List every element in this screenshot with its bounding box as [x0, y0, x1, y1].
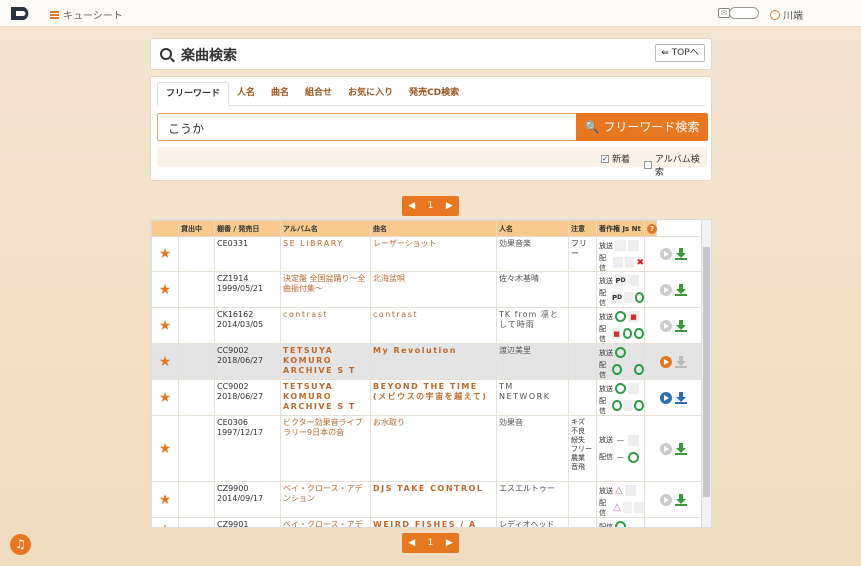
song-link[interactable]: BEYOND THE TIME (メビウスの宇宙を越えて) [370, 379, 497, 416]
prev-page-button[interactable]: ◀ [408, 201, 415, 211]
favorite-star-icon[interactable]: ★ [151, 343, 179, 380]
x-icon: ✖ [636, 257, 644, 268]
search-options: ✓ 新着 アルバム検索 [157, 147, 707, 178]
favorite-star-icon[interactable]: ★ [151, 517, 179, 527]
album-link[interactable]: ベイ・クロース・アデンション [280, 481, 371, 518]
user-menu[interactable]: 川端 [770, 7, 803, 22]
tab-combination[interactable]: 組合せ [297, 82, 340, 105]
favorite-star-icon[interactable]: ★ [151, 415, 179, 482]
album-link[interactable]: SE LIBRARY [280, 236, 371, 272]
song-link[interactable]: 北海盆唄 [370, 271, 497, 308]
tab-song[interactable]: 曲名 [263, 82, 297, 105]
col-rental[interactable]: 貸出中 [178, 220, 215, 237]
favorite-star-icon[interactable]: ★ [151, 271, 179, 308]
page-number[interactable]: 1 [428, 201, 434, 211]
col-help[interactable]: ? [644, 220, 657, 237]
table-row[interactable]: ★ CE0306 1997/12/17 ビクター効果音ライブラリー9日本の音 お水… [151, 415, 703, 482]
ok-icon [634, 292, 644, 303]
col-rights: 著作権 Js Nt [596, 220, 645, 237]
album-link[interactable]: contrast [280, 307, 371, 344]
album-link[interactable]: ベイ・クロース・アデン [280, 517, 371, 527]
album-search-checkbox[interactable]: アルバム検索 [644, 152, 707, 178]
album-link[interactable]: 決定盤 全国盆踊り〜全曲振付集〜 [280, 271, 371, 308]
table-scrollbar[interactable] [701, 220, 711, 527]
table-row[interactable]: ★ CC9002 2018/06/27 TETSUYA KOMURO ARCHIV… [151, 379, 703, 416]
table-row[interactable]: ★ CK16162 2014/03/05 contrast contrast TK… [151, 307, 703, 344]
col-person[interactable]: 人名 [496, 220, 569, 237]
prev-page-button[interactable]: ◀ [408, 538, 415, 548]
album-link[interactable]: ビクター効果音ライブラリー9日本の音 [280, 415, 371, 482]
favorite-star-icon[interactable]: ★ [151, 236, 179, 272]
menu-icon [50, 10, 59, 19]
album-link[interactable]: TETSUYA KOMURO ARCHIVE S T [280, 343, 371, 380]
table-row[interactable]: ★ CZ1914 1999/05/21 決定盤 全国盆踊り〜全曲振付集〜 北海盆唄… [151, 271, 703, 308]
play-icon[interactable] [660, 248, 672, 260]
table-row[interactable]: ★ CC9002 2018/06/27 TETSUYA KOMURO ARCHIV… [151, 343, 703, 380]
col-album[interactable]: アルバム名 [280, 220, 371, 237]
cuesheet-menu[interactable]: キューシート [50, 7, 123, 22]
freeword-search-button[interactable]: 🔍 フリーワード検索 [576, 113, 708, 141]
play-icon[interactable] [660, 493, 672, 506]
search-input[interactable]: こうか [157, 113, 577, 141]
pager-bottom: ◀ 1 ▶ [402, 533, 459, 553]
tab-freeword[interactable]: フリーワード [157, 82, 230, 106]
search-tabs: フリーワード 人名 曲名 組合せ お気に入り 発売CD検索 [157, 82, 705, 106]
next-page-button[interactable]: ▶ [446, 538, 453, 548]
top-button[interactable]: ⇚ TOPへ [655, 44, 705, 62]
music-note-icon[interactable]: ♫ [10, 534, 31, 555]
notification-pill[interactable] [729, 7, 759, 19]
new-checkbox[interactable]: ✓ 新着 [601, 152, 630, 165]
page-number[interactable]: 1 [428, 538, 434, 548]
table-row[interactable]: ★ CZ9900 2014/09/17 ベイ・クロース・アデンション DJS TA… [151, 481, 703, 518]
song-link[interactable]: contrast [370, 307, 497, 344]
table-row[interactable]: ★ CZ9901 ベイ・クロース・アデン WEIRD FISHES / A レデ… [151, 517, 703, 527]
song-link[interactable]: レーザーショット [370, 236, 497, 272]
play-icon[interactable] [660, 442, 672, 455]
favorite-star-icon[interactable]: ★ [151, 307, 179, 344]
table-row[interactable]: ★ CE0331 SE LIBRARY レーザーショット 効果音楽 フリー 放送… [151, 236, 703, 272]
results-table: 貸出中 棚番 / 発売日 アルバム名 曲名 人名 注意 著作権 Js Nt レ … [150, 219, 712, 528]
download-icon[interactable] [675, 493, 687, 506]
search-title-panel: 楽曲検索 ⇚ TOPへ [150, 38, 712, 70]
play-icon[interactable] [660, 391, 672, 404]
tab-favorites[interactable]: お気に入り [340, 82, 401, 105]
song-link[interactable]: お水取り [370, 415, 497, 482]
search-panel: フリーワード 人名 曲名 組合せ お気に入り 発売CD検索 こうか 🔍 フリーワ… [150, 76, 712, 181]
play-icon[interactable] [660, 355, 672, 368]
top-bar: キューシート ✉ 川端 [0, 0, 861, 27]
download-icon[interactable] [675, 248, 687, 260]
download-icon[interactable] [675, 283, 687, 296]
song-link[interactable]: WEIRD FISHES / A [370, 517, 497, 527]
pager-top: ◀ 1 ▶ [402, 196, 459, 216]
tab-person[interactable]: 人名 [229, 82, 263, 105]
scrollbar-thumb[interactable] [703, 247, 710, 497]
tab-cd-search[interactable]: 発売CD検索 [401, 82, 467, 105]
favorite-star-icon[interactable]: ★ [151, 481, 179, 518]
help-icon[interactable]: ? [647, 223, 657, 234]
album-link[interactable]: TETSUYA KOMURO ARCHIVE S T [280, 379, 371, 416]
app-logo[interactable] [10, 6, 36, 21]
song-link[interactable]: My Revolution [370, 343, 497, 380]
play-icon[interactable] [660, 319, 672, 332]
col-note[interactable]: 注意 [568, 220, 597, 237]
download-icon[interactable] [675, 442, 687, 455]
page-title: 楽曲検索 [181, 48, 237, 64]
next-page-button[interactable]: ▶ [446, 201, 453, 211]
col-song[interactable]: 曲名 [370, 220, 497, 237]
download-icon[interactable] [675, 355, 687, 368]
download-icon[interactable] [675, 319, 687, 332]
search-icon [160, 48, 172, 60]
download-icon[interactable] [675, 391, 687, 404]
favorite-star-icon[interactable]: ★ [151, 379, 179, 416]
col-shelf-date[interactable]: 棚番 / 発売日 [214, 220, 281, 237]
user-icon [770, 9, 780, 20]
play-icon[interactable] [660, 283, 672, 296]
song-link[interactable]: DJS TAKE CONTROL [370, 481, 497, 518]
